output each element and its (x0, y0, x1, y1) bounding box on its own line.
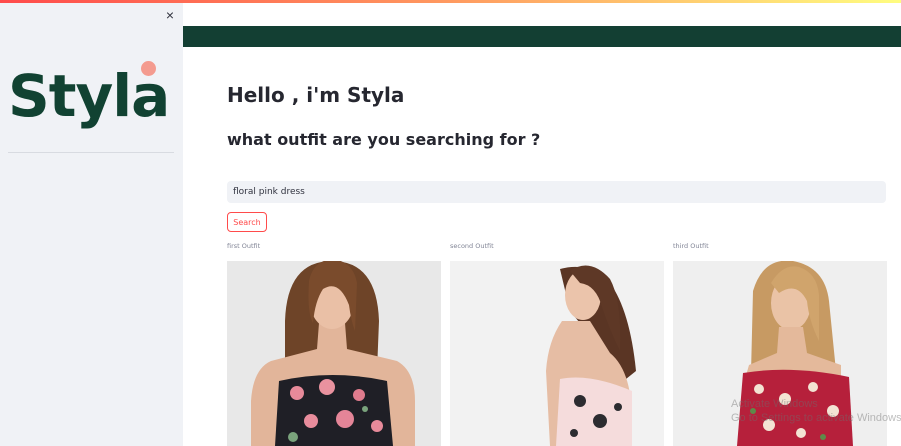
search-button[interactable]: Search (227, 212, 267, 232)
outfit-caption-2: second Outfit (450, 242, 494, 250)
outfit-image-1 (227, 261, 441, 446)
outfit-caption-1: first Outfit (227, 242, 261, 250)
search-input[interactable] (227, 181, 886, 203)
logo-dot (141, 61, 156, 76)
main-content: Hello , i'm Styla what outfit are you se… (183, 0, 901, 446)
sidebar: × Styla (0, 0, 183, 446)
greeting-title: Hello , i'm Styla (227, 83, 405, 107)
top-decoration-line (0, 0, 901, 3)
styla-logo: Styla (8, 58, 170, 138)
outfit-caption-3: third Outfit (673, 242, 709, 250)
outfit-image-3 (673, 261, 887, 446)
close-icon[interactable]: × (162, 7, 178, 23)
sidebar-divider (8, 152, 174, 153)
outfit-image-2 (450, 261, 664, 446)
header-band (183, 26, 901, 47)
search-question: what outfit are you searching for ? (227, 130, 541, 149)
